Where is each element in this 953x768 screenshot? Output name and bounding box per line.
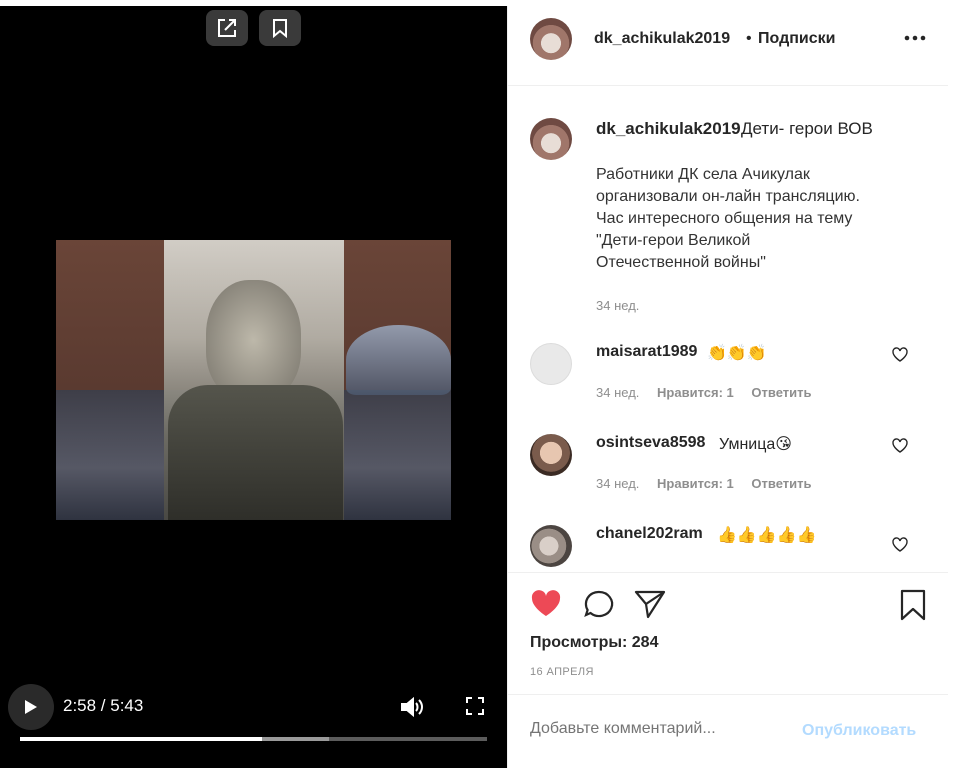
more-options-button[interactable] [904,28,926,46]
comment-text: Умница😘 [719,436,792,453]
volume-icon [401,696,423,718]
fullscreen-icon [466,697,484,715]
post-date[interactable]: 16 АПРЕЛЯ [530,666,594,678]
share-button[interactable] [206,10,248,46]
share-button[interactable] [634,589,666,624]
avatar[interactable] [530,18,572,60]
like-button[interactable] [530,589,562,623]
video-photo-uniform [168,385,343,520]
caption-username[interactable]: dk_achikulak2019 [596,119,741,139]
divider [508,694,948,695]
heart-filled-icon [531,590,561,616]
comment-text: 👏👏👏 [707,345,767,362]
comment-input[interactable] [530,720,790,738]
views-count[interactable]: Просмотры: 284 [530,634,658,652]
comment-time[interactable]: 34 нед. [596,476,639,491]
video-played-bar [20,737,263,741]
more-dots-icon [904,35,926,41]
caption-time[interactable]: 34 нед. [596,298,639,313]
video-progress-bar[interactable] [20,737,487,741]
comment-item: chanel202ram 👍👍👍👍👍 [508,525,948,569]
video-time: 2:58 / 5:43 [63,696,144,715]
comment-avatar[interactable] [530,525,572,567]
video-player[interactable]: 2:58 / 5:43 [0,6,507,768]
save-post-button[interactable] [900,589,926,626]
fullscreen-button[interactable] [466,697,484,720]
publish-button[interactable]: Опубликовать [802,722,916,740]
caption-title: Дети- герои ВОВ [741,119,873,138]
comment-avatar[interactable] [530,343,572,385]
heart-outline-icon [892,537,908,552]
comment-username[interactable]: chanel202ram [596,525,703,543]
comment-username[interactable]: maisarat1989 [596,343,697,361]
caption-text: Работники ДК села Ачикулак организовали … [596,166,860,271]
divider [508,572,948,573]
play-button[interactable] [8,684,54,730]
post-sidebar: dk_achikulak2019 • Подписки dk_achikulak… [507,6,948,768]
comment-like-button[interactable] [892,438,908,458]
send-icon [634,590,666,619]
comment-avatar[interactable] [530,434,572,476]
header-username[interactable]: dk_achikulak2019 [594,30,730,48]
header-separator: • [746,30,752,47]
comment-meta: 34 нед. Нравится: 1 Ответить [596,385,825,400]
comment-button[interactable] [583,589,615,624]
divider [508,85,948,86]
heart-outline-icon [892,438,908,453]
comment-likes[interactable]: Нравится: 1 [657,385,734,400]
bookmark-icon [273,19,287,38]
comment-item: maisarat1989 👏👏👏 34 нед. Нравится: 1 Отв… [508,343,948,427]
bookmark-icon [900,589,926,621]
caption-avatar[interactable] [530,118,572,160]
video-frame[interactable] [56,240,451,520]
comment-bubble-icon [584,590,614,618]
comment-text: 👍👍👍👍👍 [717,527,817,544]
comment-reply-button[interactable]: Ответить [751,476,811,491]
comment-meta: 34 нед. Нравится: 1 Ответить [596,476,825,491]
comment-like-button[interactable] [892,537,908,557]
video-monument-helmet [346,325,451,395]
volume-button[interactable] [400,696,424,723]
play-icon [25,700,37,714]
video-photo-portrait [206,280,301,400]
comment-time[interactable]: 34 нед. [596,385,639,400]
comment-like-button[interactable] [892,347,908,367]
comment-reply-button[interactable]: Ответить [751,385,811,400]
comment-likes[interactable]: Нравится: 1 [657,476,734,491]
bookmark-button[interactable] [259,10,301,46]
comment-item: osintseva8598 Умница😘 34 нед. Нравится: … [508,434,948,518]
comment-username[interactable]: osintseva8598 [596,434,705,452]
heart-outline-icon [892,347,908,362]
external-link-icon [218,19,236,37]
follow-status-button[interactable]: Подписки [758,30,835,48]
